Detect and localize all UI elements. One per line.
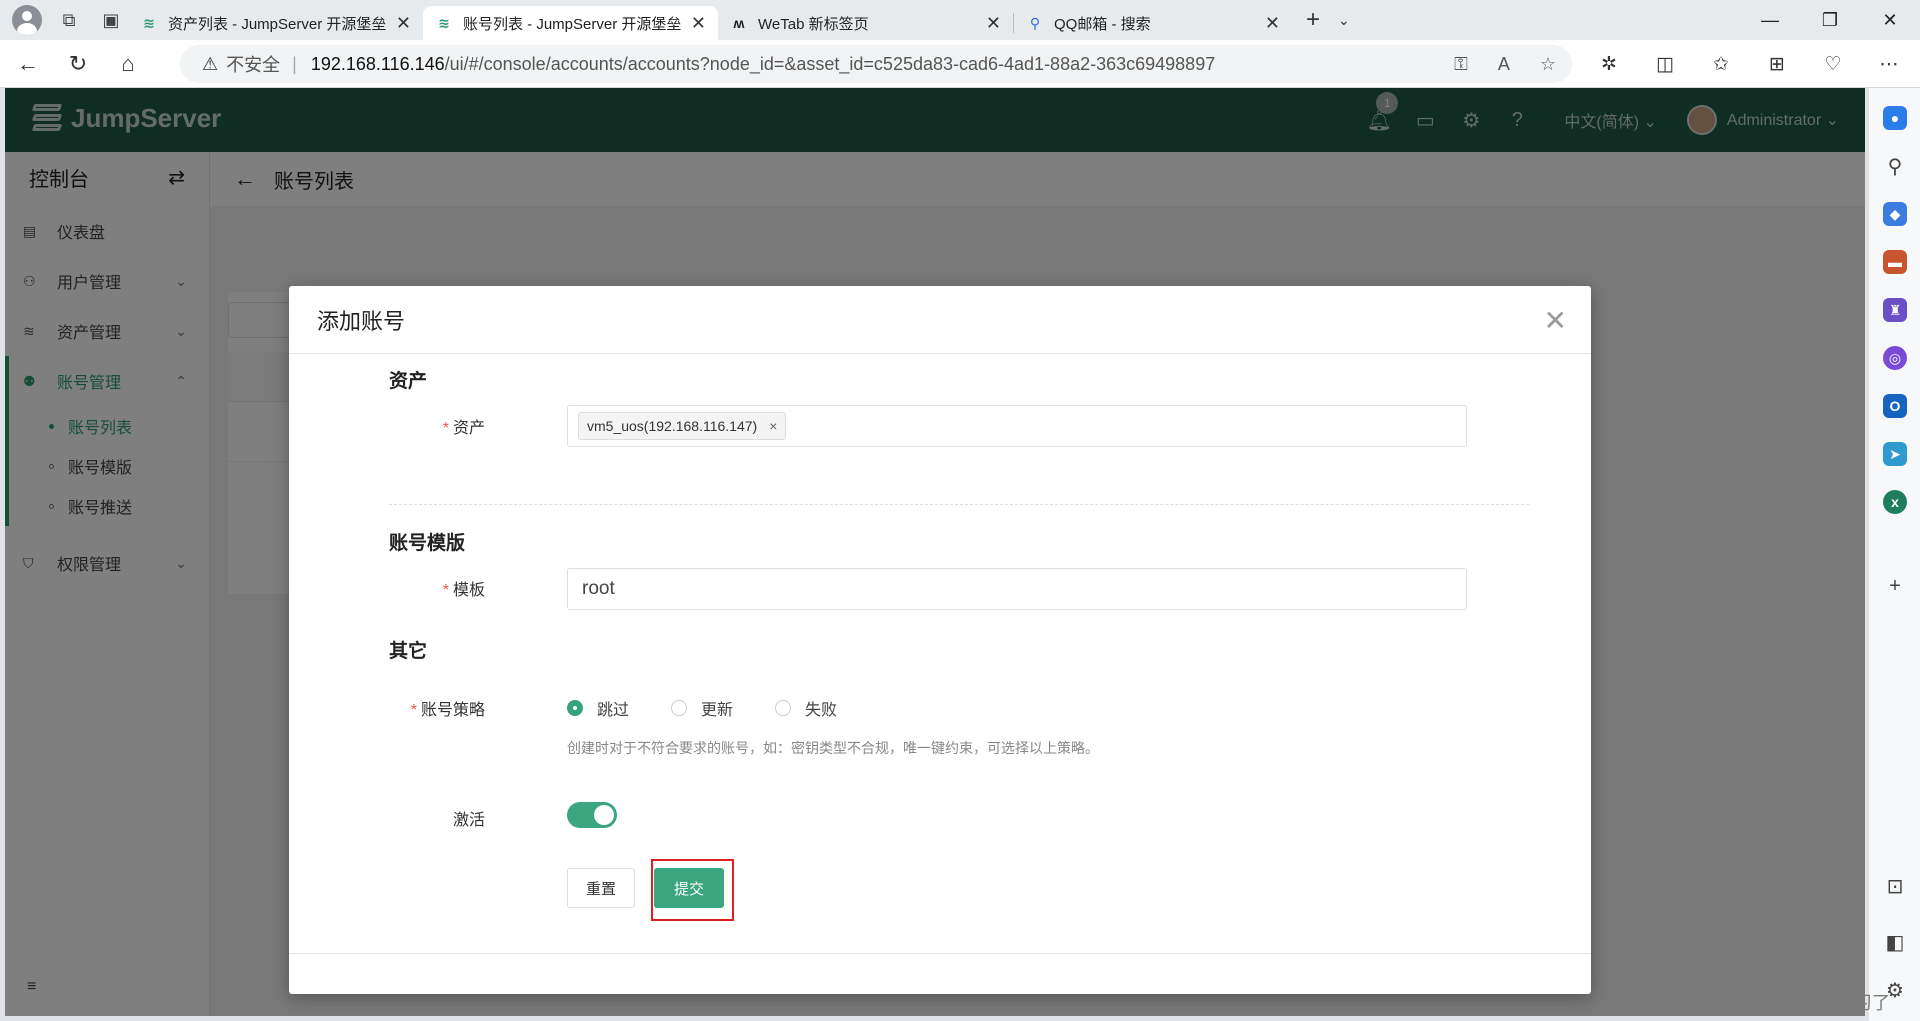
close-icon[interactable]: ✕ <box>1265 13 1280 34</box>
copilot-icon[interactable]: ◎ <box>1883 346 1907 370</box>
watermark: CSDN @该学习了 <box>1743 993 1890 1013</box>
policy-radio-skip[interactable]: 跳过 <box>567 696 629 720</box>
dialog-header: 添加账号 ✕ <box>289 286 1591 354</box>
url-input[interactable]: ⚠ 不安全 | 192.168.116.146 /ui/#/console/ac… <box>180 45 1572 83</box>
radio-icon <box>775 700 792 716</box>
key-icon[interactable]: ⚿ <box>1454 54 1468 75</box>
section-title-template: 账号模版 <box>389 533 466 554</box>
search-icon[interactable]: ⚲ <box>1883 154 1907 178</box>
url-separator: | <box>292 53 297 74</box>
browser-tab-wetab[interactable]: ʍ WeTab 新标签页 ✕ <box>718 6 1013 40</box>
warning-icon[interactable]: ⚠ <box>202 54 218 75</box>
section-divider <box>389 504 1529 505</box>
policy-radio-group: 跳过 更新 失败 <box>567 696 837 720</box>
policy-field-label: * 账号策略 <box>410 702 485 719</box>
submit-highlight-box <box>651 859 734 921</box>
radio-label: 更新 <box>701 702 734 719</box>
extensions-icon[interactable]: ✲ <box>1590 44 1628 84</box>
tag-remove-icon[interactable]: × <box>769 418 777 434</box>
toolbox-icon[interactable]: ▬ <box>1883 250 1907 274</box>
radio-icon <box>671 700 688 716</box>
reset-button[interactable]: 重置 <box>567 868 635 908</box>
read-aloud-icon[interactable]: A <box>1498 54 1510 75</box>
add-icon[interactable]: + <box>1883 574 1907 598</box>
browser-tab-accounts[interactable]: ≋ 账号列表 - JumpServer 开源堡垒 ✕ <box>423 6 718 40</box>
url-path: /ui/#/console/accounts/accounts?node_id=… <box>444 53 1216 74</box>
new-tab-icon[interactable]: + <box>1306 6 1320 34</box>
policy-radio-update[interactable]: 更新 <box>671 696 733 720</box>
wetab-favicon-icon: ʍ <box>733 15 745 31</box>
more-menu-icon[interactable]: ⋯ <box>1870 44 1908 84</box>
restore-icon[interactable]: ❐ <box>1800 0 1860 40</box>
refresh-icon[interactable]: ↻ <box>56 44 100 84</box>
back-arrow-icon[interactable]: ← <box>6 44 50 84</box>
outlook-icon[interactable]: O <box>1883 394 1907 418</box>
asset-label-text: 资产 <box>452 420 485 437</box>
browser-side-panel: ● ⚲ ◆ ▬ ♜ ◎ O ➤ x + ⊡ ◧ ⚙ <box>1868 88 1920 1021</box>
search-favicon-icon: ⚲ <box>1029 14 1041 31</box>
games-icon[interactable]: ♜ <box>1883 298 1907 322</box>
jumpserver-favicon-icon: ≋ <box>143 14 155 31</box>
close-icon[interactable]: ✕ <box>986 13 1001 34</box>
template-label-text: 模板 <box>452 582 485 599</box>
minimize-icon[interactable]: — <box>1740 0 1800 40</box>
jumpserver-favicon-icon: ≋ <box>438 14 450 31</box>
chevron-down-icon[interactable]: ⌄ <box>1338 12 1350 29</box>
workspaces-icon[interactable]: ⧉ <box>52 4 86 36</box>
policy-hint: 创建时对于不符合要求的账号，如：密钥类型不合规，唯一键约束，可选择以上策略。 <box>567 740 1099 756</box>
template-value: root <box>582 578 615 599</box>
tab-actions-icon[interactable]: ▣ <box>94 4 128 36</box>
asset-select-input[interactable]: vm5_uos(192.168.116.147) × <box>567 405 1467 447</box>
active-toggle[interactable] <box>567 802 617 828</box>
template-input[interactable]: root <box>567 568 1467 610</box>
omnibox-actions: ⚿ A ☆ <box>1454 54 1556 75</box>
radio-label: 跳过 <box>597 702 630 719</box>
asset-field-label: * 资产 <box>442 420 485 437</box>
favorite-star-icon[interactable]: ☆ <box>1540 54 1556 75</box>
browser-toolbar: ✲ ◫ ✩ ⊞ ♡ ⋯ <box>1590 44 1908 84</box>
tab-title: WeTab 新标签页 <box>758 15 869 33</box>
dialog-title: 添加账号 <box>317 308 406 334</box>
split-screen-icon[interactable]: ◫ <box>1646 44 1684 84</box>
policy-label-text: 账号策略 <box>420 702 485 719</box>
dialog-footer <box>289 953 1591 954</box>
section-title-other: 其它 <box>389 641 428 662</box>
radio-label: 失败 <box>805 702 838 719</box>
close-icon[interactable]: ✕ <box>1544 304 1567 337</box>
excel-icon[interactable]: x <box>1883 490 1907 514</box>
url-host: 192.168.116.146 <box>310 53 445 74</box>
asset-tag: vm5_uos(192.168.116.147) × <box>578 412 787 440</box>
asset-tag-text: vm5_uos(192.168.116.147) <box>587 418 758 434</box>
profile-button[interactable] <box>10 4 44 36</box>
close-icon[interactable]: ✕ <box>396 13 411 34</box>
window-controls: — ❐ ✕ <box>1740 0 1920 40</box>
policy-radio-fail[interactable]: 失败 <box>775 696 837 720</box>
tab-title: QQ邮箱 - 搜索 <box>1054 15 1151 33</box>
side-panel-icon[interactable]: ◧ <box>1883 930 1907 954</box>
window-close-icon[interactable]: ✕ <box>1860 0 1920 40</box>
favorites-icon[interactable]: ✩ <box>1702 44 1740 84</box>
browser-essentials-icon[interactable]: ♡ <box>1814 44 1852 84</box>
home-icon[interactable]: ⌂ <box>106 44 150 84</box>
send-icon[interactable]: ➤ <box>1883 442 1907 466</box>
browser-tab-bar: ⧉ ▣ ≋ 资产列表 - JumpServer 开源堡垒 ✕ ≋ 账号列表 - … <box>0 0 1920 40</box>
browser-tab-assets[interactable]: ≋ 资产列表 - JumpServer 开源堡垒 ✕ <box>128 6 423 40</box>
close-icon[interactable]: ✕ <box>691 13 706 34</box>
collections-icon[interactable]: ⊞ <box>1758 44 1796 84</box>
radio-icon <box>567 700 583 716</box>
tag-icon[interactable]: ◆ <box>1883 202 1907 226</box>
active-field-label: 激活 <box>452 812 485 829</box>
jumpserver-app: JumpServer 🔔︎1 ▭ ⚙ ? 中文(简体) ⌄ Administra… <box>5 88 1865 1016</box>
screenshot-icon[interactable]: ⊡ <box>1883 874 1907 898</box>
browser-tab-qqmail[interactable]: ⚲ QQ邮箱 - 搜索 ✕ <box>1014 6 1292 40</box>
tab-title: 账号列表 - JumpServer 开源堡垒 <box>463 15 682 33</box>
notification-bell-icon[interactable]: ● <box>1883 106 1907 130</box>
tab-title: 资产列表 - JumpServer 开源堡垒 <box>168 15 387 33</box>
section-title-asset: 资产 <box>389 371 428 392</box>
add-account-dialog: 添加账号 ✕ 资产 * 资产 vm5_uos(192.168.116.147) ×… <box>289 286 1591 994</box>
profile-icon <box>12 5 42 35</box>
browser-address-bar: ← ↻ ⌂ ⚠ 不安全 | 192.168.116.146 /ui/#/cons… <box>0 40 1920 88</box>
security-label[interactable]: 不安全 <box>226 51 280 77</box>
template-field-label: * 模板 <box>442 582 485 599</box>
